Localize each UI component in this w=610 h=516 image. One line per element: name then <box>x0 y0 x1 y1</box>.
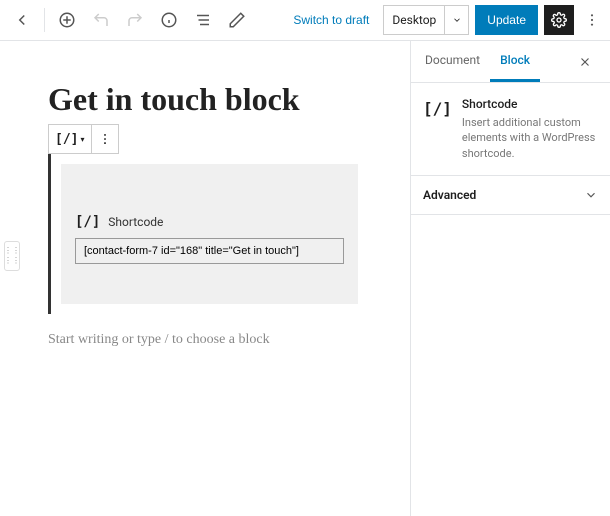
main-layout: ⋮⋮ ⋮⋮ Get in touch block [/] ▾ [/] Short… <box>0 41 610 516</box>
undo-button[interactable] <box>85 4 117 36</box>
editor-canvas[interactable]: ⋮⋮ ⋮⋮ Get in touch block [/] ▾ [/] Short… <box>0 41 410 516</box>
shortcode-label: Shortcode <box>108 215 163 229</box>
new-block-placeholder[interactable]: Start writing or type / to choose a bloc… <box>48 332 390 348</box>
block-more-button[interactable] <box>92 125 118 153</box>
page-title[interactable]: Get in touch block <box>48 81 390 118</box>
drag-dots-icon: ⋮⋮ <box>4 247 20 255</box>
chevron-down-icon <box>444 6 468 34</box>
tab-block[interactable]: Block <box>490 41 540 82</box>
add-block-button[interactable] <box>51 4 83 36</box>
more-options-button[interactable] <box>580 5 604 35</box>
shortcode-block-body: [/] Shortcode <box>48 154 368 314</box>
device-preview-select[interactable]: Desktop <box>383 5 469 35</box>
block-drag-handle[interactable]: ⋮⋮ ⋮⋮ <box>4 241 20 271</box>
shortcode-input[interactable] <box>75 238 344 264</box>
toolbar-right-group: Switch to draft Desktop Update <box>285 4 604 36</box>
block-toolbar: [/] ▾ <box>48 124 119 154</box>
shortcode-icon: [/] <box>55 132 78 147</box>
info-button[interactable] <box>153 4 185 36</box>
block-type-button[interactable]: [/] ▾ <box>49 125 92 153</box>
back-button[interactable] <box>6 4 38 36</box>
edit-button[interactable] <box>221 4 253 36</box>
selected-block: [/] ▾ [/] Shortcode <box>48 124 368 314</box>
block-name: Shortcode <box>462 97 598 111</box>
settings-sidebar: Document Block [/] Shortcode Insert addi… <box>410 41 610 516</box>
block-info-text: Shortcode Insert additional custom eleme… <box>462 97 598 161</box>
block-info-panel: [/] Shortcode Insert additional custom e… <box>411 83 610 176</box>
sidebar-tabs: Document Block <box>411 41 610 83</box>
settings-button[interactable] <box>544 5 574 35</box>
block-description: Insert additional custom elements with a… <box>462 115 598 161</box>
advanced-panel-title: Advanced <box>423 188 476 202</box>
drag-dots-icon: ⋮⋮ <box>4 257 20 265</box>
shortcode-icon: [/] <box>423 99 452 161</box>
chevron-down-icon <box>584 188 598 202</box>
advanced-panel-toggle[interactable]: Advanced <box>411 176 610 215</box>
device-label: Desktop <box>384 13 444 27</box>
shortcode-icon: [/] <box>75 214 100 230</box>
separator <box>44 8 45 32</box>
switch-to-draft-button[interactable]: Switch to draft <box>285 4 377 36</box>
close-sidebar-button[interactable] <box>578 48 606 76</box>
chevron-down-icon: ▾ <box>80 135 84 144</box>
redo-button[interactable] <box>119 4 151 36</box>
shortcode-block-inner: [/] Shortcode <box>61 164 358 304</box>
outline-button[interactable] <box>187 4 219 36</box>
shortcode-block-header: [/] Shortcode <box>75 214 344 230</box>
tab-document[interactable]: Document <box>415 41 490 82</box>
toolbar-left-group <box>6 4 253 36</box>
top-toolbar: Switch to draft Desktop Update <box>0 0 610 41</box>
update-button[interactable]: Update <box>475 5 538 35</box>
